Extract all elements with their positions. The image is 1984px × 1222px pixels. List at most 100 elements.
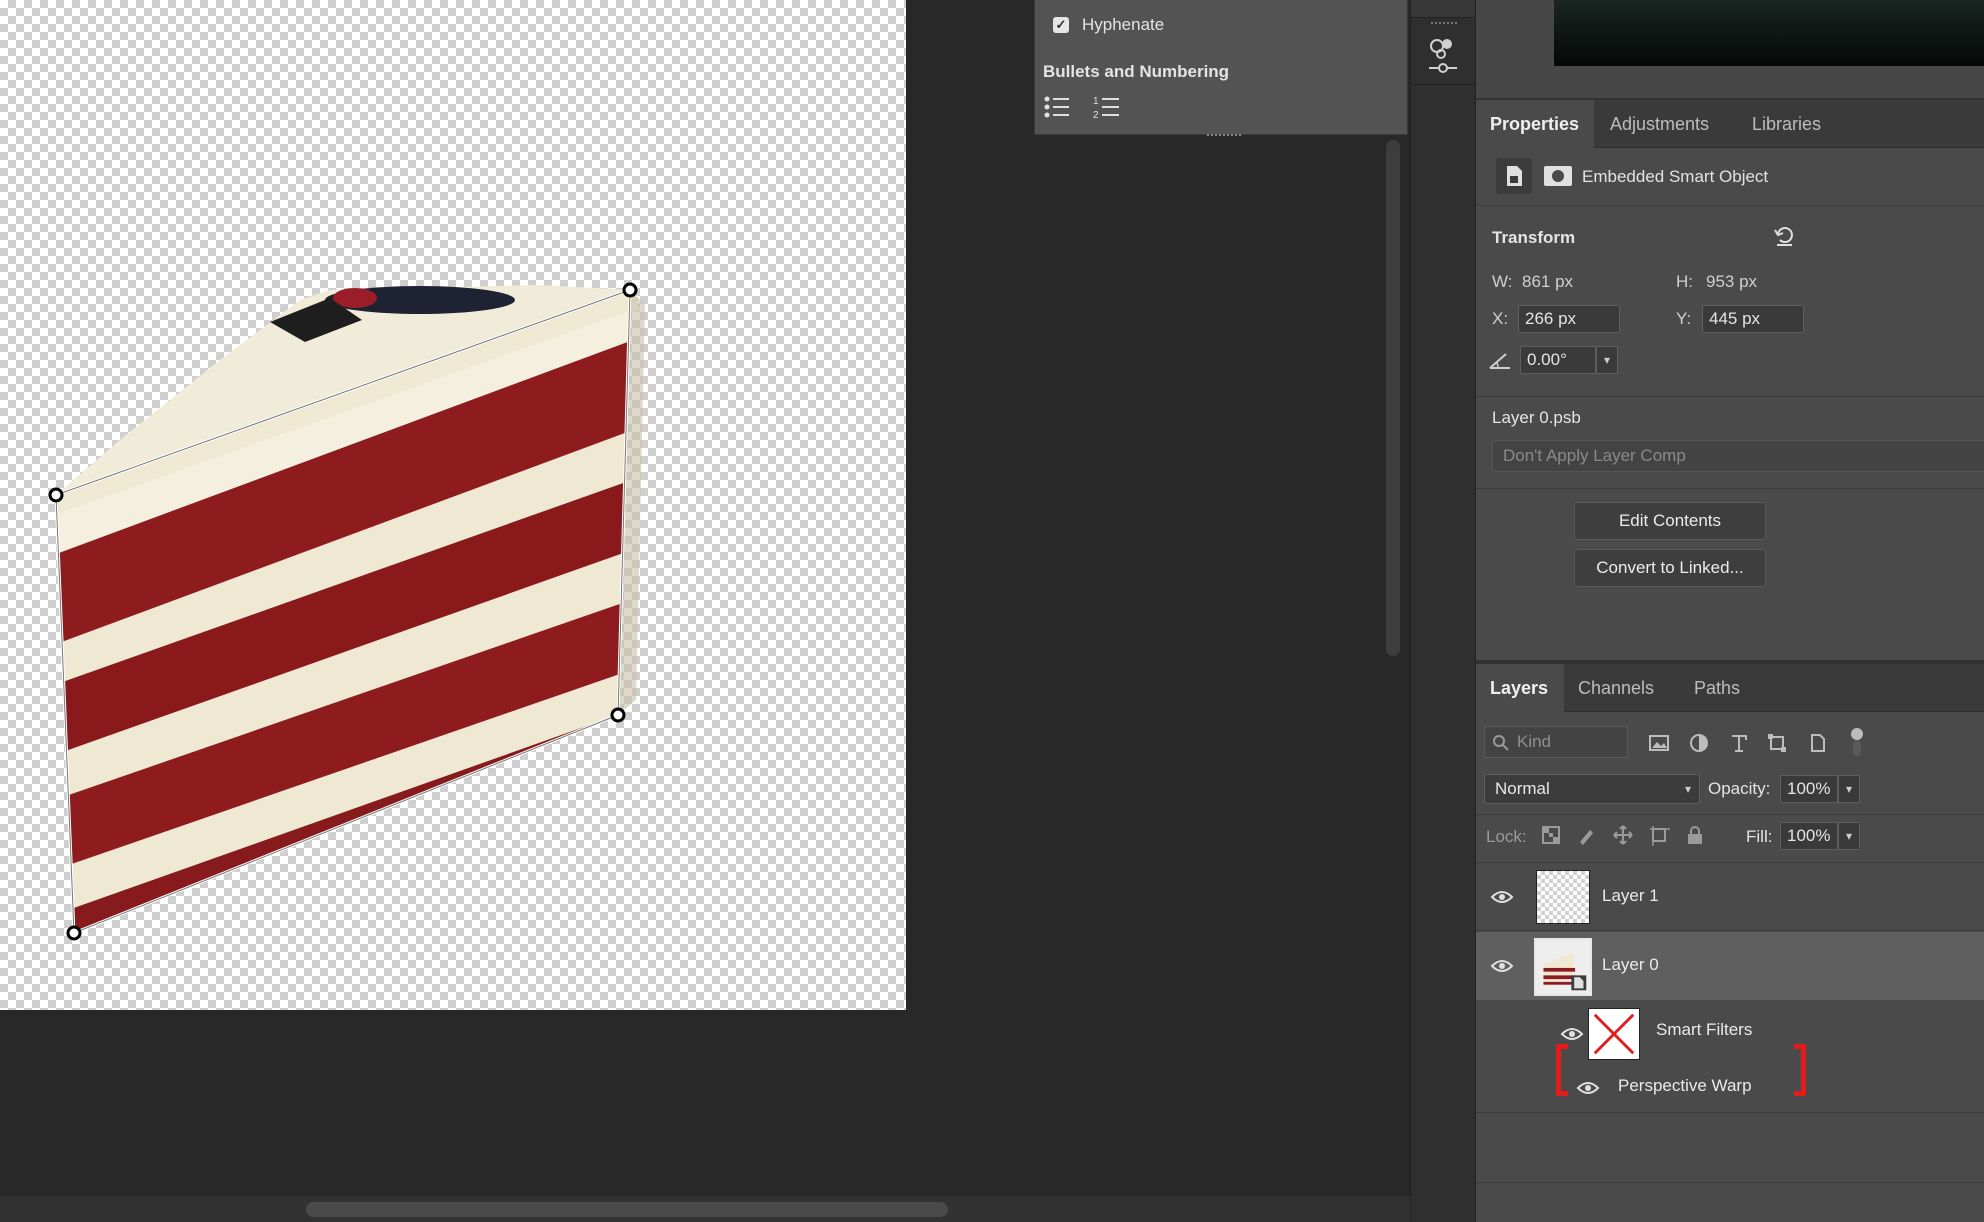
opacity-label: Opacity:	[1708, 779, 1771, 798]
height-label: H:	[1676, 272, 1693, 291]
divider	[1476, 1182, 1984, 1183]
tab-properties[interactable]: Properties	[1476, 100, 1594, 148]
visibility-eye-icon[interactable]	[1490, 889, 1514, 905]
fill-field[interactable]: 100%	[1780, 822, 1838, 850]
x-field[interactable]: 266 px	[1518, 305, 1620, 333]
opacity-field[interactable]: 100%	[1780, 775, 1838, 803]
paragraph-styles-icon[interactable]	[1425, 34, 1461, 76]
pixel-layer-filter-icon[interactable]	[1648, 732, 1670, 754]
layers-panel: Layers Channels Paths Kind Normal ▾ Opaci…	[1476, 664, 1984, 1222]
filter-toggle-icon[interactable]	[1846, 726, 1868, 760]
panel-grip[interactable]	[1207, 134, 1241, 138]
object-type-label: Embedded Smart Object	[1582, 167, 1769, 186]
transform-title: Transform	[1492, 228, 1576, 247]
properties-tabbar: Properties Adjustments Libraries	[1476, 100, 1984, 148]
smart-filters-row[interactable]: Smart Filters	[1476, 1000, 1984, 1064]
hyphenate-checkbox[interactable]: ✓	[1053, 17, 1069, 33]
layer-comp-dropdown[interactable]: Don't Apply Layer Comp	[1492, 440, 1984, 472]
visibility-eye-icon[interactable]	[1490, 958, 1514, 974]
lock-all-icon[interactable]	[1684, 824, 1706, 846]
tab-channels[interactable]: Channels	[1564, 664, 1668, 712]
filter-row-perspective-warp[interactable]: Perspective Warp	[1476, 1044, 1984, 1112]
opacity-dropdown[interactable]: ▾	[1838, 775, 1860, 803]
angle-icon	[1489, 353, 1510, 369]
width-label: W:	[1492, 272, 1513, 291]
tab-adjustments[interactable]: Adjustments	[1596, 100, 1723, 148]
divider	[1476, 1112, 1984, 1113]
canvas[interactable]	[0, 0, 906, 1010]
type-layer-filter-icon[interactable]	[1728, 732, 1750, 754]
adjustment-layer-filter-icon[interactable]	[1688, 732, 1710, 754]
numbered-list-icon[interactable]: 1 2	[1093, 94, 1121, 120]
smart-object-icon	[1496, 158, 1532, 194]
right-dock: Properties Adjustments Libraries Embedde…	[1476, 0, 1984, 1222]
warp-handle[interactable]	[48, 487, 64, 503]
search-icon	[1493, 735, 1509, 751]
lock-artboard-icon[interactable]	[1648, 824, 1670, 846]
filter-name[interactable]: Perspective Warp	[1618, 1076, 1752, 1096]
collapse-button[interactable]	[1411, 0, 1475, 18]
layer-name[interactable]: Layer 1	[1602, 886, 1659, 906]
mask-icon[interactable]	[1540, 158, 1576, 194]
horizontal-scrollbar[interactable]	[306, 1202, 948, 1217]
layers-tabbar: Layers Channels Paths	[1476, 664, 1984, 712]
lock-image-pixels-icon[interactable]	[1576, 824, 1598, 846]
layer-row-layer-0[interactable]: Layer 0	[1476, 932, 1984, 1000]
warp-handle[interactable]	[66, 925, 82, 941]
x-label: X:	[1492, 309, 1509, 328]
divider	[1476, 488, 1984, 489]
fill-dropdown[interactable]: ▾	[1838, 822, 1860, 850]
warp-handle[interactable]	[622, 282, 638, 298]
column-separator	[1411, 84, 1475, 85]
smart-filter-mask-thumbnail[interactable]	[1588, 1008, 1640, 1060]
layer-name[interactable]: Layer 0	[1602, 955, 1659, 975]
column-grip[interactable]	[1431, 22, 1457, 28]
height-value: 953 px	[1706, 272, 1758, 291]
lock-position-icon[interactable]	[1612, 824, 1634, 846]
source-file-label: Layer 0.psb	[1492, 408, 1581, 427]
divider	[1476, 205, 1984, 206]
bulleted-list-icon[interactable]	[1043, 94, 1071, 120]
panel-icon-column	[1410, 0, 1476, 1222]
tab-layers[interactable]: Layers	[1476, 664, 1564, 712]
smart-filters-label: Smart Filters	[1656, 1020, 1753, 1039]
width-value: 861 px	[1522, 272, 1574, 291]
layer-row-layer-1[interactable]: Layer 1	[1476, 863, 1984, 931]
navigator-panel	[1476, 0, 1984, 98]
divider	[1476, 814, 1984, 815]
reset-transform-icon[interactable]	[1772, 224, 1796, 248]
smart-object-filter-icon[interactable]	[1806, 732, 1828, 754]
blend-mode-value: Normal	[1495, 779, 1550, 798]
navigator-preview[interactable]	[1554, 0, 1984, 66]
divider	[1476, 396, 1984, 397]
cake-artwork	[48, 282, 645, 941]
smart-object-thumbnail	[1534, 938, 1592, 996]
warp-handle[interactable]	[610, 707, 626, 723]
blend-mode-dropdown[interactable]: Normal ▾	[1484, 774, 1700, 804]
document-area	[0, 0, 1400, 1196]
highlight-bracket-left	[1556, 1044, 1568, 1096]
tab-libraries[interactable]: Libraries	[1738, 100, 1835, 148]
tab-paths[interactable]: Paths	[1680, 664, 1754, 712]
chevron-down-icon: ▾	[1684, 782, 1691, 796]
shape-layer-filter-icon[interactable]	[1766, 732, 1788, 754]
vertical-scrollbar[interactable]	[1386, 140, 1400, 656]
edit-contents-button[interactable]: Edit Contents	[1574, 502, 1766, 540]
visibility-eye-icon[interactable]	[1576, 1080, 1600, 1096]
hyphenate-label: Hyphenate	[1082, 15, 1165, 34]
convert-to-linked-button[interactable]: Convert to Linked...	[1574, 549, 1766, 587]
highlight-bracket-right	[1794, 1044, 1806, 1096]
photoshop-window: ✓ Hyphenate Bullets and Numbering 1 2 Pr…	[0, 0, 1984, 1222]
y-label: Y:	[1676, 309, 1692, 328]
lock-label: Lock:	[1486, 827, 1527, 846]
lock-transparent-pixels-icon[interactable]	[1540, 824, 1562, 846]
visibility-eye-icon[interactable]	[1560, 1026, 1584, 1042]
angle-field[interactable]: 0.00°	[1520, 346, 1596, 374]
paragraph-panel: ✓ Hyphenate Bullets and Numbering 1 2	[1034, 0, 1408, 138]
properties-panel: Properties Adjustments Libraries Embedde…	[1476, 100, 1984, 660]
y-field[interactable]: 445 px	[1702, 305, 1804, 333]
layer-thumbnail	[1536, 870, 1590, 924]
bullets-numbering-title: Bullets and Numbering	[1043, 62, 1230, 81]
angle-dropdown[interactable]: ▾	[1596, 346, 1618, 374]
svg-text:2: 2	[1093, 110, 1099, 120]
